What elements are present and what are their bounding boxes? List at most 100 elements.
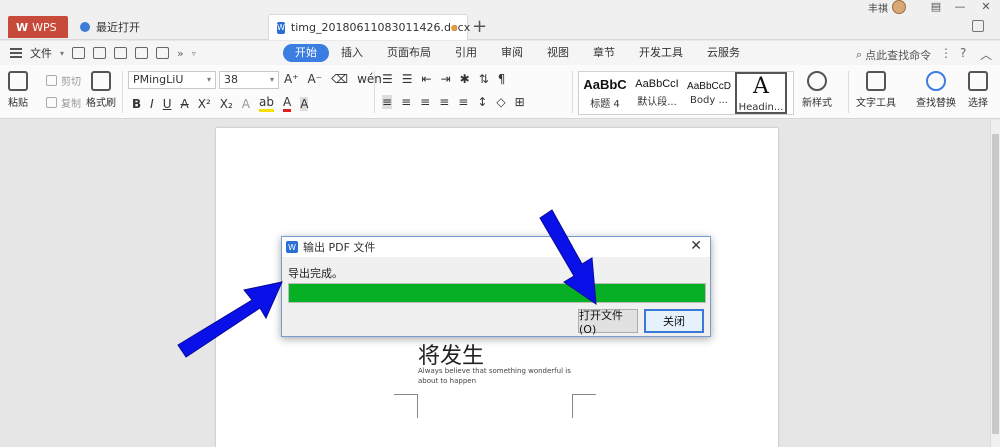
show-marks-icon[interactable]: ¶: [498, 72, 506, 86]
open-folder-icon[interactable]: [72, 47, 86, 59]
tab-home[interactable]: 开始: [283, 44, 329, 62]
find-replace-button[interactable]: 查找替换: [916, 71, 956, 109]
highlight-icon[interactable]: ab: [259, 95, 274, 112]
tab-wps-home[interactable]: W WPS: [8, 16, 68, 38]
collapse-ribbon-icon[interactable]: ︿: [980, 46, 992, 63]
underline-icon[interactable]: U: [163, 97, 172, 111]
style-preview: A: [753, 73, 769, 99]
font-size-select[interactable]: 38 ▾: [219, 71, 279, 89]
format-painter-button[interactable]: 格式刷: [86, 71, 116, 109]
style-label: 标题 4: [590, 98, 620, 110]
dialog-titlebar[interactable]: W 输出 PDF 文件 ✕: [282, 237, 710, 257]
tab-document[interactable]: W timg_20180611083011426.docx: [268, 14, 470, 40]
close-window-icon[interactable]: ✕: [976, 0, 996, 14]
justify-icon[interactable]: ≡: [439, 95, 449, 109]
vertical-scrollbar[interactable]: [990, 120, 1000, 447]
numbered-list-icon[interactable]: ☰: [402, 72, 413, 86]
tab-recent[interactable]: 最近打开: [74, 16, 264, 38]
strikethrough-icon[interactable]: A: [181, 97, 189, 111]
more-icon[interactable]: »: [177, 47, 184, 60]
print-preview-icon[interactable]: [156, 47, 170, 59]
scroll-thumb[interactable]: [992, 134, 999, 434]
menu-bar: 文件 ▾ » ▿ 开始 插入 页面布局 引用 审阅 视图 章节 开发工具 云服务…: [0, 41, 1000, 65]
new-tab-button[interactable]: +: [472, 17, 487, 37]
style-body[interactable]: AaBbCcD Body ...: [683, 72, 735, 114]
style-preview: AaBbC: [583, 76, 627, 92]
new-style-button[interactable]: 新样式: [802, 71, 832, 109]
wrench-icon: [866, 71, 886, 91]
style-heading[interactable]: A Headin...: [735, 72, 787, 114]
minimize-icon[interactable]: —: [950, 0, 970, 14]
search-icon: ⌕: [856, 48, 863, 61]
subscript-icon[interactable]: X₂: [220, 97, 233, 111]
tab-section[interactable]: 章节: [581, 44, 627, 62]
help-icon[interactable]: ?: [960, 46, 966, 60]
close-icon[interactable]: ✕: [690, 238, 702, 254]
align-center-icon[interactable]: ≡: [401, 95, 411, 109]
shading-icon[interactable]: ◇: [496, 95, 505, 109]
tab-references[interactable]: 引用: [443, 44, 489, 62]
recent-icon: [80, 22, 90, 32]
command-search-label: 点此查找命令: [865, 49, 932, 62]
italic-icon[interactable]: I: [150, 97, 154, 111]
paste-button[interactable]: 粘贴: [8, 71, 28, 109]
text-tools-button[interactable]: 文字工具: [856, 71, 896, 109]
grow-font-icon[interactable]: A⁺: [284, 72, 299, 86]
avatar[interactable]: [892, 0, 906, 14]
new-style-label: 新样式: [802, 98, 832, 109]
customize-icon[interactable]: ▿: [192, 49, 196, 58]
chinese-layout-icon[interactable]: ✱: [460, 72, 470, 86]
file-menu[interactable]: 文件: [30, 45, 52, 61]
style-heading4[interactable]: AaBbC 标题 4: [579, 72, 631, 114]
sort-icon[interactable]: ⇅: [479, 72, 489, 86]
bold-icon[interactable]: B: [132, 97, 141, 111]
borders-icon[interactable]: ⊞: [515, 95, 525, 109]
align-right-icon[interactable]: ≡: [420, 95, 430, 109]
tab-page-layout[interactable]: 页面布局: [375, 44, 443, 62]
tab-wps-label: WPS: [32, 20, 57, 34]
user-account[interactable]: 丰祺: [868, 0, 906, 15]
outdent-icon[interactable]: ⇤: [422, 72, 432, 86]
select-button[interactable]: 选择: [968, 71, 988, 109]
shrink-font-icon[interactable]: A⁻: [308, 72, 323, 86]
new-style-icon: [807, 71, 827, 91]
print-icon[interactable]: [135, 47, 149, 59]
export-pdf-icon[interactable]: [114, 47, 128, 59]
font-color-icon[interactable]: A: [282, 95, 292, 112]
font-name-select[interactable]: PMingLiU ▾: [128, 71, 216, 89]
style-default[interactable]: AaBbCcI 默认段...: [631, 72, 683, 114]
style-gallery: AaBbC 标题 4 AaBbCcI 默认段... AaBbCcD Body .…: [578, 71, 794, 115]
menu-icon[interactable]: [10, 48, 22, 58]
skin-icon[interactable]: ▤: [926, 0, 946, 14]
tab-recent-label: 最近打开: [96, 21, 140, 34]
tab-review[interactable]: 审阅: [489, 44, 535, 62]
format-painter-label: 格式刷: [86, 98, 116, 109]
tab-developer[interactable]: 开发工具: [627, 44, 695, 62]
line-spacing-icon[interactable]: ↕: [477, 95, 487, 109]
paste-icon: [8, 71, 28, 91]
more-options-icon[interactable]: ⋮: [940, 46, 952, 60]
copy-button[interactable]: 复制: [46, 95, 81, 110]
bullet-list-icon[interactable]: ☰: [382, 72, 393, 86]
tab-cloud[interactable]: 云服务: [695, 44, 752, 62]
distribute-icon[interactable]: ≡: [458, 95, 468, 109]
char-shading-icon[interactable]: A: [300, 96, 309, 111]
superscript-icon[interactable]: X²: [198, 97, 211, 111]
layout-toggle-icon[interactable]: [972, 20, 984, 32]
phonetic-icon[interactable]: wén: [357, 72, 382, 86]
text-effect-icon[interactable]: A: [242, 97, 250, 111]
chevron-down-icon[interactable]: ▾: [60, 49, 64, 58]
tab-view[interactable]: 视图: [535, 44, 581, 62]
unsaved-dot-icon: [451, 25, 457, 31]
command-search[interactable]: ⌕ 点此查找命令: [856, 47, 931, 63]
indent-icon[interactable]: ⇥: [441, 72, 451, 86]
clear-format-icon[interactable]: ⌫: [331, 72, 348, 86]
tab-insert[interactable]: 插入: [329, 44, 375, 62]
cut-button[interactable]: 剪切: [46, 73, 81, 88]
close-button[interactable]: 关闭: [644, 309, 704, 333]
save-icon[interactable]: [93, 47, 107, 59]
open-file-button[interactable]: 打开文件(O): [578, 309, 638, 336]
progress-bar: [288, 283, 706, 303]
align-left-icon[interactable]: ≡: [382, 95, 393, 109]
document-subtext[interactable]: Always believe that something wonderful …: [418, 366, 588, 386]
